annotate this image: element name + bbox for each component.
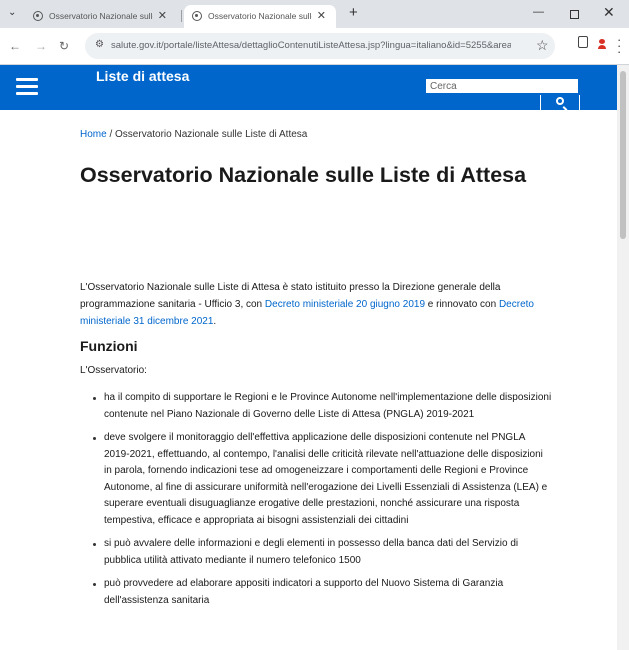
list-item: si può avvalere delle informazioni e deg… <box>91 536 553 569</box>
tab-divider <box>181 10 182 22</box>
list-item: ha il compito di supportare le Regioni e… <box>91 390 553 423</box>
intro-text: . <box>213 316 217 327</box>
section-title-funzioni: Funzioni <box>80 338 138 354</box>
address-url[interactable]: salute.gov.it/portale/listeAttesa/dettag… <box>111 40 511 51</box>
browser-tab-2[interactable]: Osservatorio Nazionale sulle Lis ✕ <box>184 5 336 28</box>
page-scrollbar[interactable] <box>617 65 629 650</box>
bookmark-star-icon[interactable]: ☆ <box>536 37 549 54</box>
browser-tabstrip: ⌄ Osservatorio Nazionale sulle Lis ✕ Oss… <box>0 0 629 28</box>
tab-title: Osservatorio Nazionale sulle Lis <box>208 11 312 21</box>
intro-paragraph: L'Osservatorio Nazionale sulle Liste di … <box>80 279 554 330</box>
reload-icon[interactable]: ↻ <box>59 39 69 53</box>
browser-toolbar: ← → ↻ ⚙ salute.gov.it/portale/listeAttes… <box>0 28 629 65</box>
breadcrumb-separator: / <box>106 129 116 140</box>
page-title: Osservatorio Nazionale sulle Liste di At… <box>80 163 527 187</box>
intro-text: e rinnovato con <box>425 299 499 310</box>
breadcrumb-current: Osservatorio Nazionale sulle Liste di At… <box>115 129 308 140</box>
browser-menu-icon[interactable]: · · · <box>617 33 621 57</box>
browser-tab-1[interactable]: Osservatorio Nazionale sulle Lis ✕ <box>25 5 177 28</box>
list-item: deve svolgere il monitoraggio dell'effet… <box>91 430 553 529</box>
section-lead: L'Osservatorio: <box>80 365 147 376</box>
close-tab-icon[interactable]: ✕ <box>158 9 167 22</box>
list-item: può provvedere ad elaborare appositi ind… <box>91 576 553 609</box>
hamburger-menu-icon[interactable] <box>16 78 38 96</box>
site-info-icon[interactable]: ⚙ <box>95 39 104 50</box>
window-close-icon[interactable]: ✕ <box>603 4 615 21</box>
decree-2019-link[interactable]: Decreto ministeriale 20 giugno 2019 <box>265 299 425 310</box>
globe-icon <box>33 11 43 21</box>
forward-icon[interactable]: → <box>35 39 47 53</box>
breadcrumb-home-link[interactable]: Home <box>80 129 107 140</box>
search-button[interactable] <box>540 95 580 111</box>
minimize-icon[interactable]: — <box>533 6 544 18</box>
site-header: Liste di attesa <box>0 65 617 111</box>
globe-icon <box>192 11 202 21</box>
address-bar[interactable]: ⚙ salute.gov.it/portale/listeAttesa/dett… <box>85 33 555 59</box>
profile-avatar-icon[interactable] <box>598 39 606 49</box>
page-viewport: Liste di attesa Home / Osservatorio Nazi… <box>0 65 629 650</box>
tab-title: Osservatorio Nazionale sulle Lis <box>49 11 153 21</box>
breadcrumb: Home / Osservatorio Nazionale sulle List… <box>80 129 307 140</box>
extensions-icon[interactable] <box>578 36 588 48</box>
new-tab-icon[interactable]: + <box>349 4 358 21</box>
scrollbar-thumb[interactable] <box>620 71 626 239</box>
maximize-icon[interactable] <box>570 10 579 19</box>
search-input[interactable] <box>425 78 579 94</box>
functions-list: ha il compito di supportare le Regioni e… <box>91 390 553 616</box>
back-icon[interactable]: ← <box>9 39 21 53</box>
tab-search-chevron-icon[interactable]: ⌄ <box>8 7 16 18</box>
search-icon <box>556 97 564 105</box>
site-title[interactable]: Liste di attesa <box>96 68 189 84</box>
close-tab-icon[interactable]: ✕ <box>317 9 326 22</box>
